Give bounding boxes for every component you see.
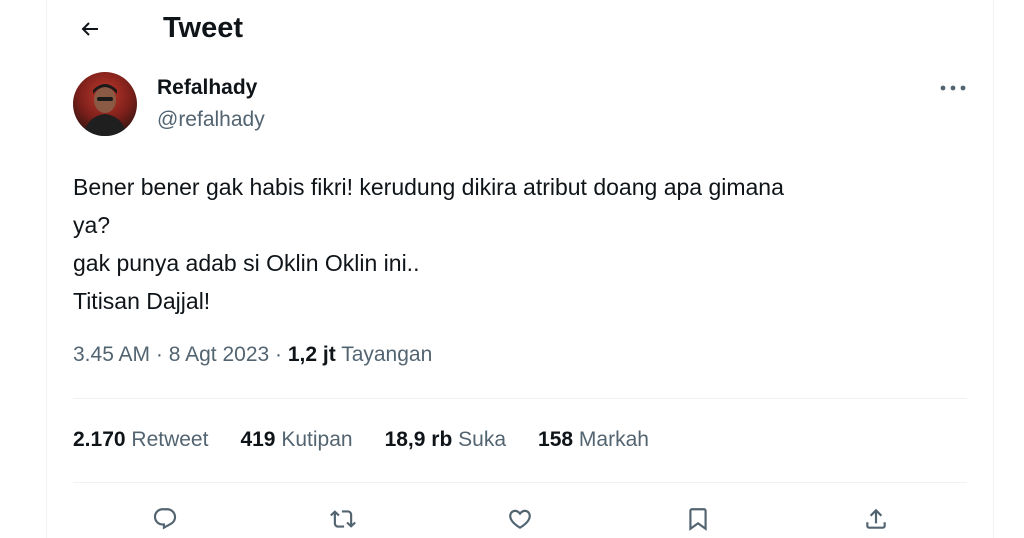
tweet-time[interactable]: 3.45 AM: [73, 343, 150, 366]
retweets-label: Retweet: [131, 428, 209, 451]
more-horizontal-icon: [940, 85, 966, 91]
likes-label: Suka: [458, 428, 507, 451]
tweet-actions-bar: [47, 496, 993, 538]
divider: [73, 482, 967, 483]
tweet-stats: 2.170 Retweet 419 Kutipan 18,9 rb Suka 1…: [73, 428, 681, 452]
tweet-detail-column: Tweet Refalhady @refalhady Bener bener g…: [46, 0, 994, 538]
quotes-count: 419: [240, 428, 276, 451]
retweet-button[interactable]: [324, 500, 362, 538]
retweets-stat[interactable]: 2.170 Retweet: [73, 428, 208, 452]
tweet-meta: 3.45 AM · 8 Agt 2023 · 1,2 jt Tayangan: [73, 343, 432, 367]
share-button[interactable]: [857, 500, 895, 538]
retweets-count: 2.170: [73, 428, 126, 451]
likes-stat[interactable]: 18,9 rb Suka: [385, 428, 506, 452]
tweet-date[interactable]: 8 Agt 2023: [169, 343, 269, 366]
bookmark-icon: [685, 506, 711, 532]
tweet-text-line: ya?: [73, 212, 111, 238]
quotes-stat[interactable]: 419 Kutipan: [240, 428, 352, 452]
tweet-text: Bener bener gak habis fikri! kerudung di…: [73, 168, 953, 320]
bookmarks-label: Markah: [578, 428, 649, 451]
page-header: Tweet: [47, 0, 993, 56]
views-count: 1,2 jt: [287, 343, 336, 366]
more-options-button[interactable]: [935, 78, 971, 98]
avatar[interactable]: [73, 72, 137, 136]
retweet-icon: [330, 506, 356, 532]
views-label: Tayangan: [341, 343, 433, 366]
likes-count: 18,9 rb: [384, 428, 453, 451]
bookmark-button[interactable]: [679, 500, 717, 538]
meta-separator: ·: [275, 343, 283, 366]
tweet-text-line: Titisan Dajjal!: [73, 288, 211, 314]
meta-separator: ·: [155, 343, 163, 366]
divider: [73, 398, 967, 399]
bookmarks-count: 158: [538, 428, 574, 451]
like-button[interactable]: [501, 500, 539, 538]
arrow-left-icon: [78, 17, 102, 41]
author-handle[interactable]: @refalhady: [157, 108, 265, 132]
reply-button[interactable]: [146, 500, 184, 538]
quotes-label: Kutipan: [281, 428, 353, 451]
page-title: Tweet: [163, 12, 244, 44]
reply-icon: [152, 506, 178, 532]
author-display-name[interactable]: Refalhady: [157, 76, 257, 100]
bookmarks-stat[interactable]: 158 Markah: [538, 428, 649, 452]
back-button[interactable]: [71, 10, 109, 48]
tweet-text-line: gak punya adab si Oklin Oklin ini..: [73, 250, 420, 276]
share-icon: [863, 506, 889, 532]
tweet-text-line: Bener bener gak habis fikri! kerudung di…: [73, 174, 784, 200]
like-icon: [507, 506, 533, 532]
